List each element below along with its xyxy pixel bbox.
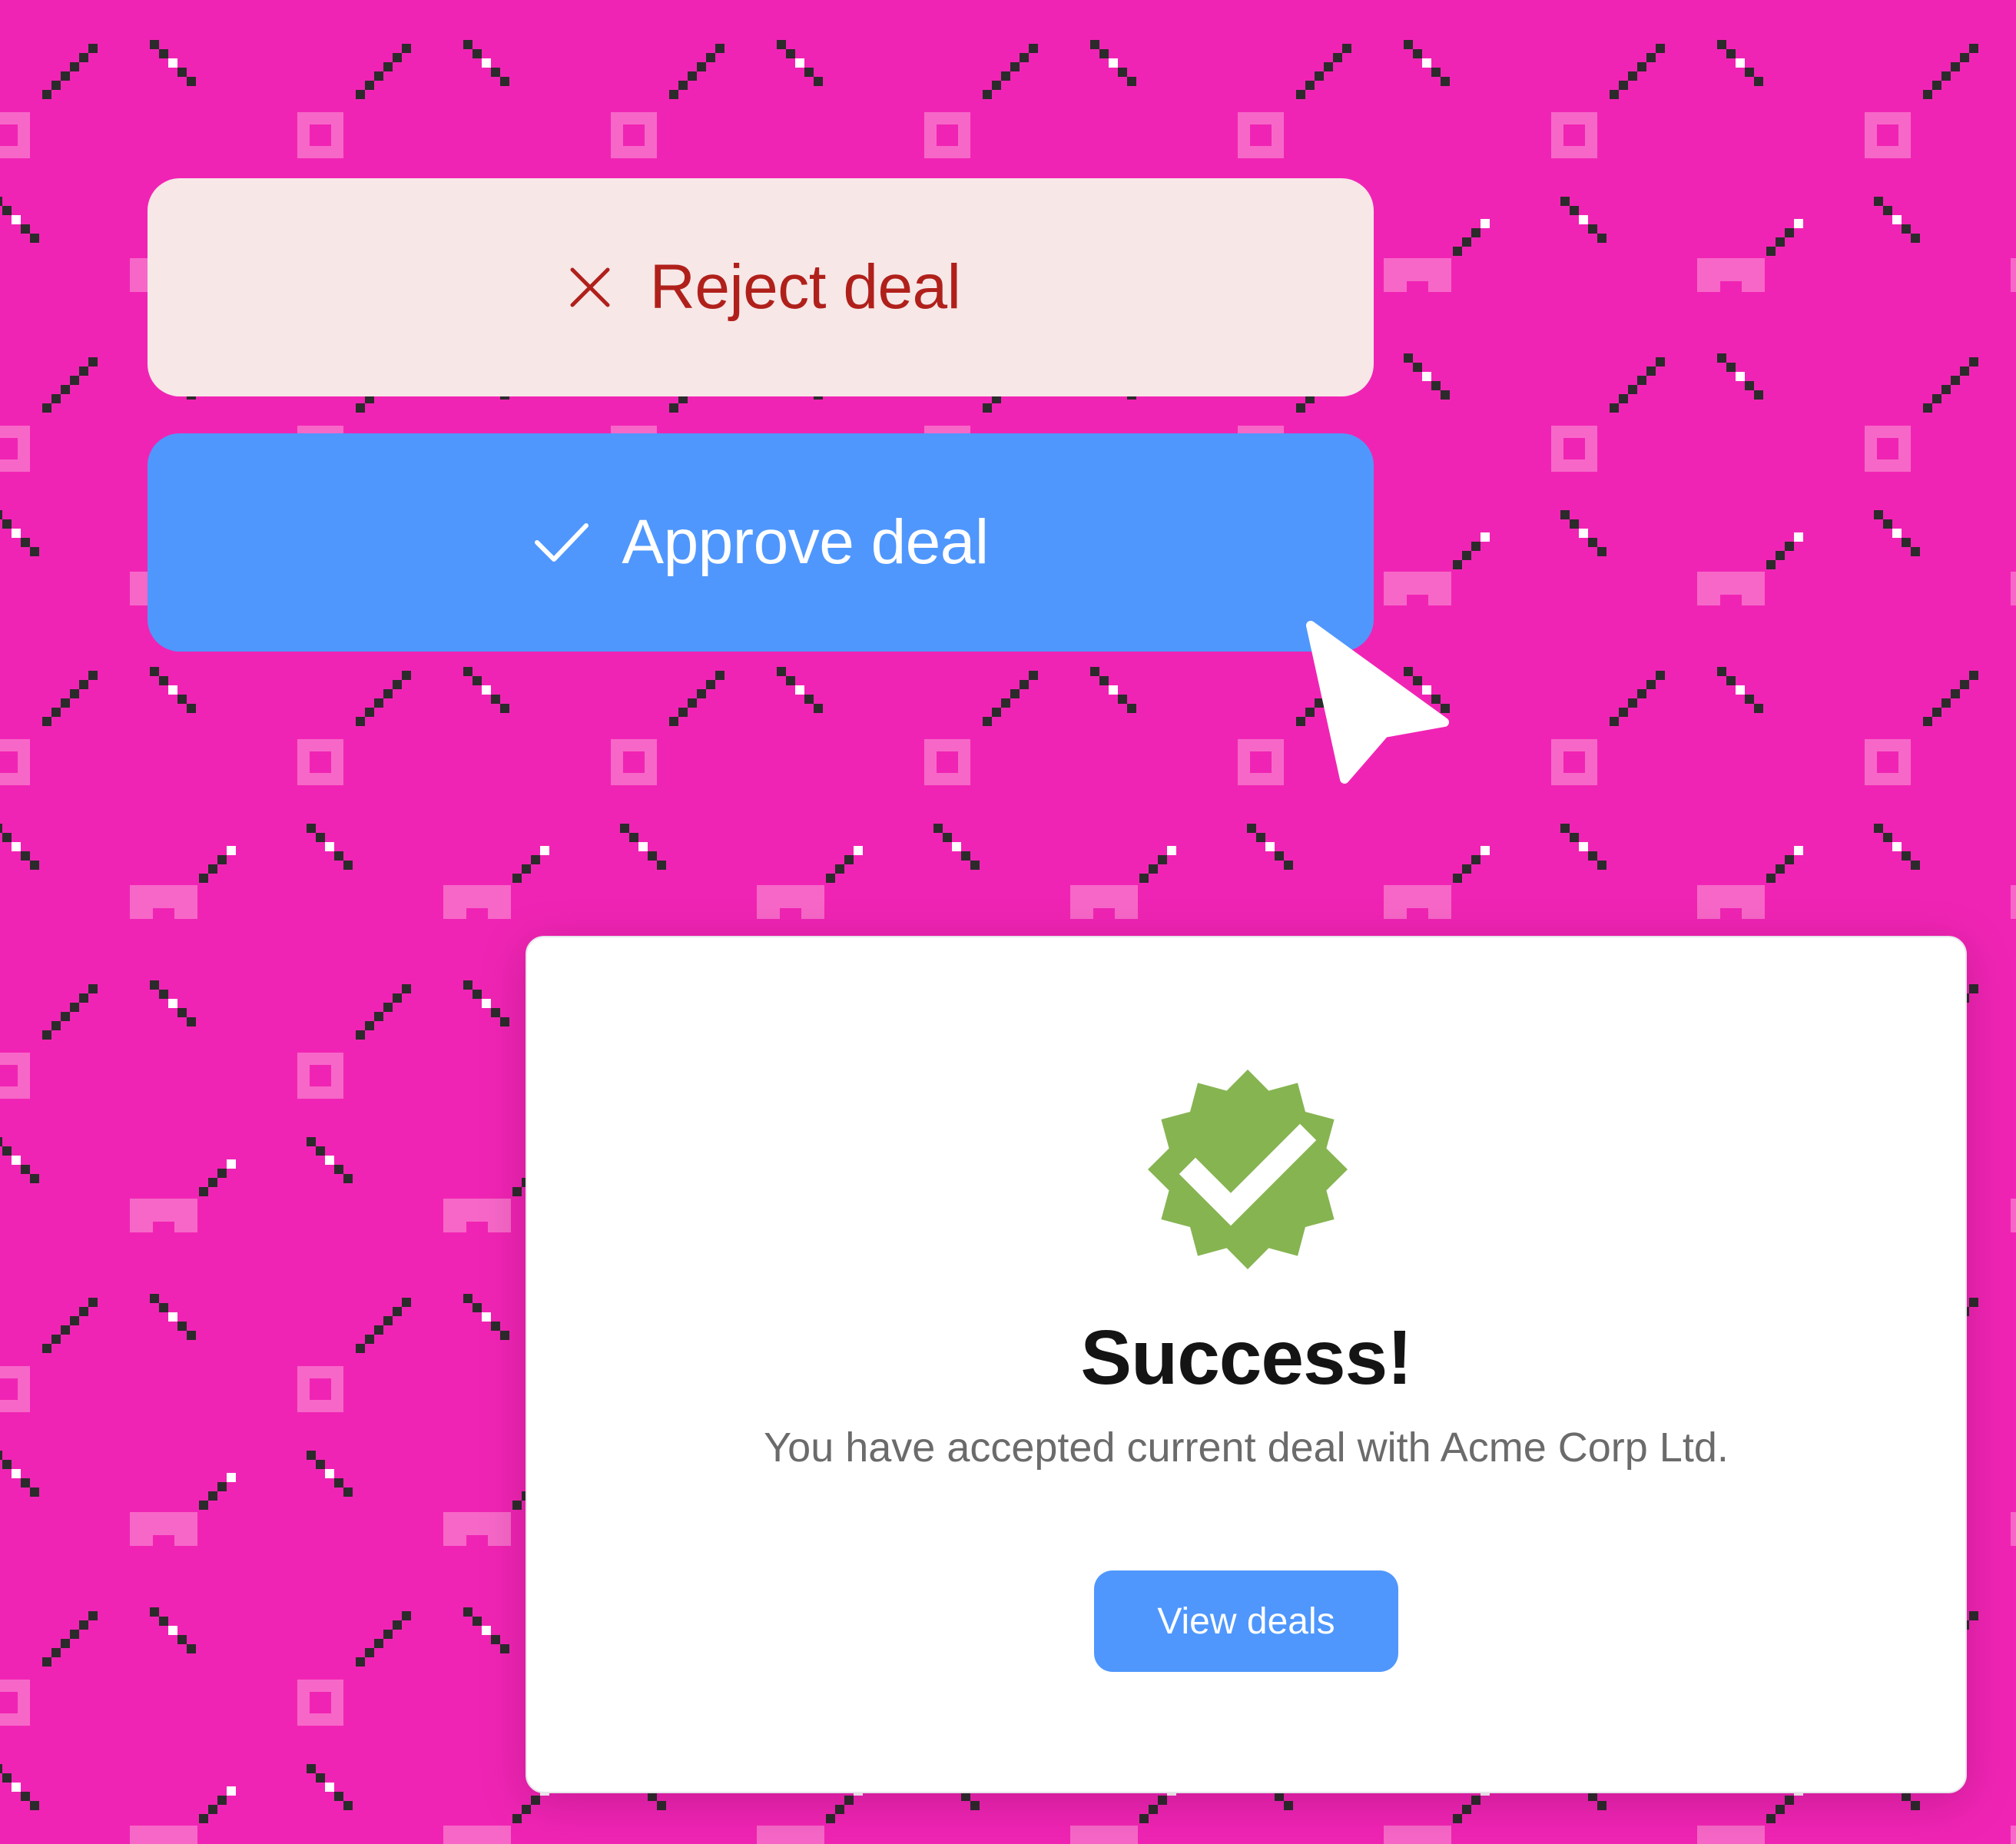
view-deals-button[interactable]: View deals — [1094, 1570, 1398, 1672]
success-modal: Success! You have accepted current deal … — [526, 936, 1967, 1793]
mouse-pointer-icon — [1306, 621, 1449, 784]
reject-deal-button[interactable]: Reject deal — [148, 178, 1374, 396]
verified-badge-icon — [1148, 1070, 1348, 1269]
reject-deal-label: Reject deal — [649, 252, 961, 322]
checkmark-icon — [532, 513, 591, 572]
approve-deal-label: Approve deal — [622, 507, 989, 577]
approve-deal-button[interactable]: Approve deal — [148, 433, 1374, 652]
success-message: You have accepted current deal with Acme… — [764, 1424, 1729, 1471]
success-title: Success! — [1080, 1315, 1412, 1401]
close-icon — [561, 258, 619, 317]
